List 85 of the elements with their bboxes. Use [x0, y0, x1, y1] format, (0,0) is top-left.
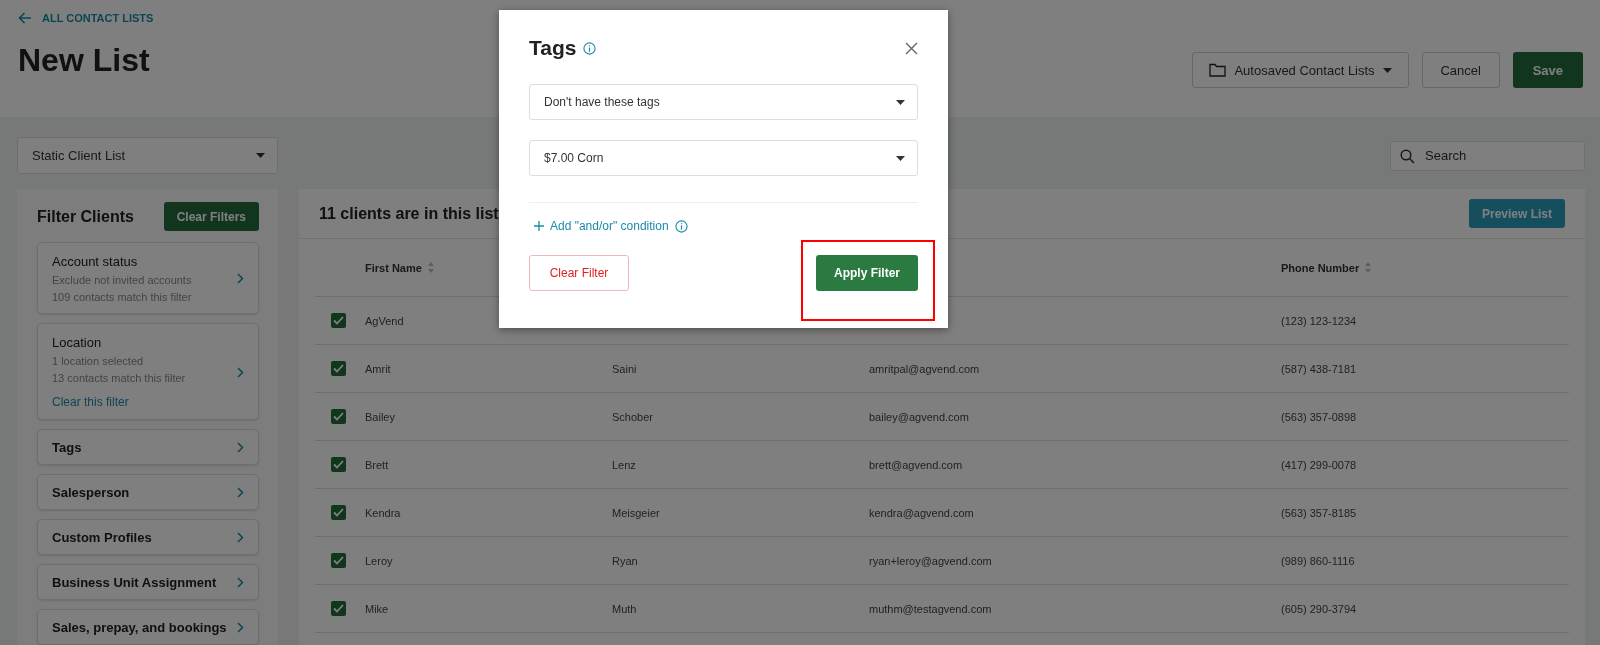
plus-icon [534, 221, 544, 231]
list-type-select[interactable]: Static Client List [17, 137, 278, 174]
chevron-right-icon [237, 486, 244, 498]
row-checkbox[interactable] [331, 313, 346, 328]
table-cell-text: (989) 860-1116 [1281, 554, 1356, 567]
search-field[interactable]: Search [1390, 140, 1585, 171]
row-checkbox[interactable] [331, 361, 346, 376]
table-cell-text: Amrit [365, 362, 392, 375]
table-cell-text: Schober [612, 410, 654, 423]
folder-icon [1209, 63, 1227, 77]
filter-title: Account status [52, 254, 139, 269]
table-cell-text: (563) 357-0898 [1281, 410, 1358, 423]
condition-select[interactable]: Don't have these tags [529, 84, 918, 120]
table-cell-text: Ryan [612, 554, 639, 567]
filter-card[interactable]: Tags [37, 429, 259, 465]
row-checkbox[interactable] [331, 505, 346, 520]
apply-filter-button[interactable]: Apply Filter [816, 255, 918, 291]
caret-icon [896, 155, 905, 161]
chevron-right-icon [237, 621, 244, 633]
column-header[interactable]: Phone Number [1281, 261, 1569, 274]
row-checkbox[interactable] [331, 457, 346, 472]
info-icon [674, 219, 688, 233]
table-cell-text: (563) 357-8185 [1281, 506, 1358, 519]
back-link[interactable]: ALL CONTACT LISTS [18, 12, 154, 24]
table-cell-text: kendra@agvend.com [869, 506, 975, 519]
table-cell-text: (417) 299-0078 [1281, 458, 1358, 471]
folder-dropdown[interactable]: Autosaved Contact Lists [1192, 52, 1409, 88]
table-cell-text: Mike [365, 602, 390, 615]
table-cell-text: AgVend [365, 314, 405, 327]
row-checkbox[interactable] [331, 409, 346, 424]
chevron-right-icon [237, 576, 244, 588]
table-cell-text: Saini [612, 362, 638, 375]
filter-card[interactable]: Salesperson [37, 474, 259, 510]
table-cell-text: (123) 123-1234 [1281, 314, 1358, 327]
table-cell-text: Leroy [365, 554, 394, 567]
table-cell-text: bailey@agvend.com [869, 410, 970, 423]
filter-card[interactable]: Location 1 location selected 13 contacts match this filter Clear this filter [37, 323, 259, 420]
chevron-right-icon [237, 531, 244, 543]
clear-filter-link[interactable]: Clear this filter [52, 395, 186, 409]
table-cell-text: Bailey [365, 410, 396, 423]
row-checkbox[interactable] [331, 601, 346, 616]
cancel-button[interactable]: Cancel [1421, 52, 1500, 88]
table-cell-text: Muth [612, 602, 638, 615]
table-cell-text: amritpal@agvend.com [869, 362, 981, 375]
filter-card[interactable]: Sales, prepay, and bookings [37, 609, 259, 645]
table-cell-text: (587) 438-7181 [1281, 362, 1358, 375]
caret-icon [1382, 67, 1392, 73]
caret-icon [256, 153, 265, 158]
table-cell-text: Kendra [365, 506, 402, 519]
filter-title: Salesperson [52, 484, 130, 500]
table-cell-text: Meisgeier [612, 506, 661, 519]
table-cell-text: muthm@testagvend.com [869, 602, 993, 615]
table-cell-text: Lenz [612, 458, 637, 471]
table-cell-text: Brett [365, 458, 390, 471]
page-title: New List [18, 42, 151, 79]
filter-description: Exclude not invited accounts [52, 274, 192, 286]
info-icon [583, 41, 597, 55]
clear-filters-button[interactable]: Clear Filters [163, 202, 259, 231]
chevron-right-icon [237, 366, 244, 378]
add-condition-link[interactable]: Add "and/or" condition [534, 219, 688, 233]
filter-description: 13 contacts match this filter [52, 372, 186, 384]
filter-title: Sales, prepay, and bookings [52, 619, 227, 635]
table-cell-text: (605) 290-3794 [1281, 602, 1358, 615]
chevron-right-icon [237, 441, 244, 453]
arrow-left-icon [18, 12, 32, 24]
chevron-right-icon [237, 273, 244, 284]
row-checkbox[interactable] [331, 553, 346, 568]
close-icon[interactable] [905, 41, 918, 55]
sidebar-title: Filter Clients [37, 207, 134, 226]
filter-title: Location [52, 335, 103, 350]
table-cell-text: brett@agvend.com [869, 458, 964, 471]
filter-title: Business Unit Assignment [52, 574, 217, 590]
caret-icon [896, 99, 905, 105]
filter-description: 1 location selected [52, 355, 145, 367]
dialog-title: Tags [529, 36, 577, 60]
clear-filter-button[interactable]: Clear Filter [529, 255, 629, 291]
filter-card[interactable]: Business Unit Assignment [37, 564, 259, 600]
filter-card[interactable]: Custom Profiles [37, 519, 259, 555]
filter-title: Custom Profiles [52, 529, 152, 545]
save-button[interactable]: Save [1512, 52, 1583, 88]
tag-select[interactable]: $7.00 Corn [529, 140, 918, 176]
table-cell-text: ryan+leroy@agvend.com [869, 554, 993, 567]
filter-title: Tags [52, 439, 82, 455]
clients-count: 11 clients are in this list [319, 204, 499, 223]
search-icon [1400, 148, 1415, 164]
